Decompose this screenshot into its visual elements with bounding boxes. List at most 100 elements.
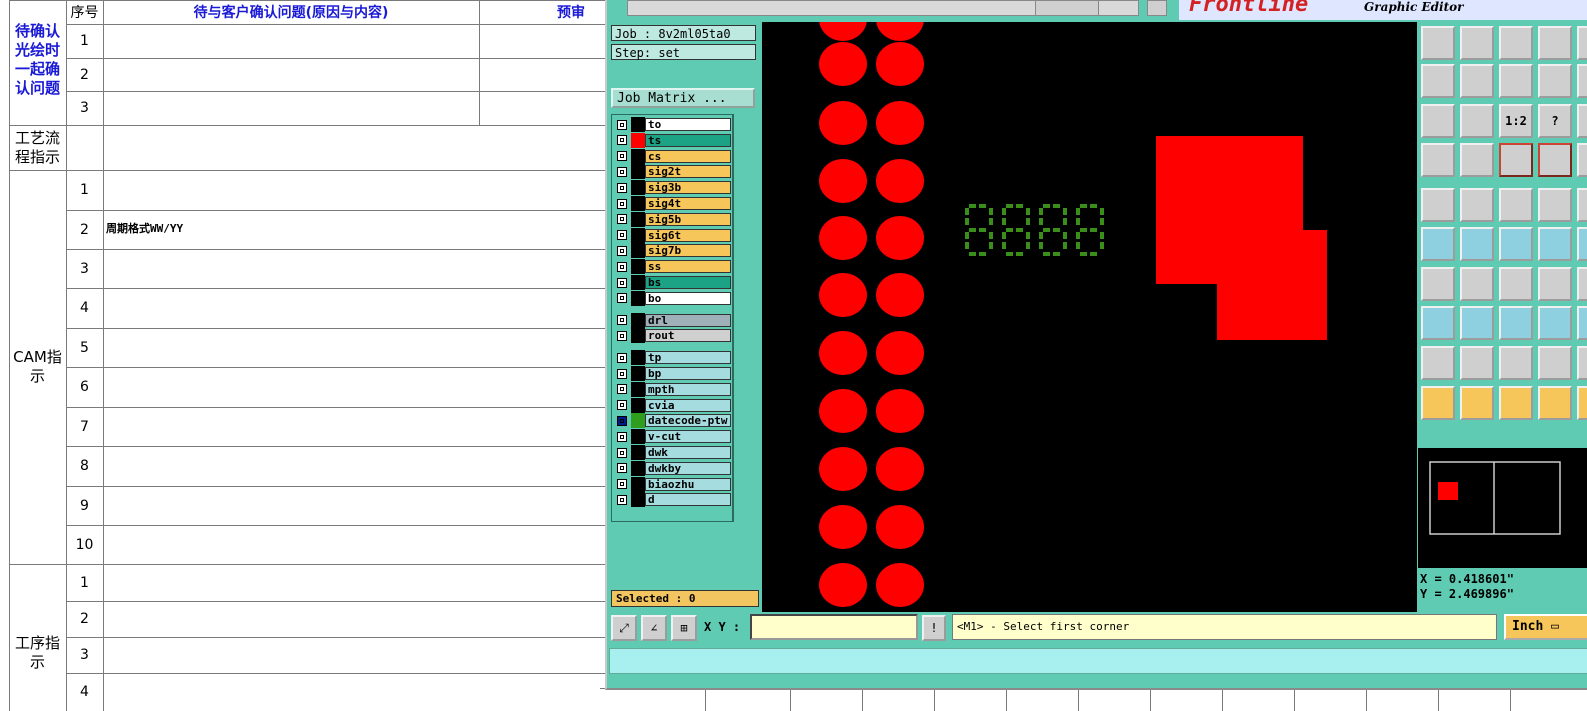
line-icon[interactable] bbox=[1421, 267, 1455, 301]
layer-row[interactable]: sig4t bbox=[615, 196, 731, 211]
row-number[interactable]: 3 bbox=[66, 637, 103, 673]
bar-icon[interactable] bbox=[1460, 306, 1494, 340]
row-number[interactable]: 3 bbox=[66, 249, 103, 288]
swap-icon[interactable] bbox=[1499, 64, 1533, 98]
layer-row[interactable]: v-cut bbox=[615, 429, 731, 445]
layer-row[interactable]: sig2t bbox=[615, 164, 731, 180]
help-icon[interactable]: ? bbox=[1538, 104, 1572, 138]
layer-checkbox[interactable] bbox=[617, 230, 627, 241]
shape-tool-icon[interactable] bbox=[1460, 188, 1494, 222]
pointer-shape-icon[interactable] bbox=[1499, 386, 1533, 420]
row-number[interactable]: 1 bbox=[66, 564, 103, 601]
route-icon[interactable] bbox=[1538, 386, 1572, 420]
toolbar-dropdown[interactable] bbox=[1035, 0, 1099, 16]
home-icon[interactable] bbox=[1421, 26, 1455, 60]
peak-icon[interactable] bbox=[1460, 346, 1494, 380]
layer-row[interactable]: bs bbox=[615, 275, 731, 290]
layer-checkbox[interactable] bbox=[617, 415, 627, 426]
layer-checkbox[interactable] bbox=[617, 119, 627, 130]
row-number[interactable]: 8 bbox=[66, 446, 103, 486]
layer-row[interactable]: drl bbox=[615, 312, 731, 328]
layer-row[interactable]: sig6t bbox=[615, 227, 731, 243]
header-issues[interactable]: 待与客户确认问题(原因与内容) bbox=[103, 0, 479, 24]
row-number[interactable]: 4 bbox=[66, 673, 103, 711]
layer-row[interactable]: sig5b bbox=[615, 211, 731, 227]
layer-checkbox[interactable] bbox=[617, 166, 627, 177]
pin-icon[interactable] bbox=[1499, 227, 1533, 261]
fork-icon[interactable] bbox=[1538, 267, 1572, 301]
layer-checkbox[interactable] bbox=[617, 352, 627, 363]
layer-row[interactable]: bp bbox=[615, 366, 731, 381]
layer-checkbox[interactable] bbox=[617, 463, 627, 474]
dot-icon[interactable] bbox=[1538, 188, 1572, 222]
overview-map[interactable] bbox=[1418, 448, 1587, 568]
pointer-box-icon[interactable] bbox=[1460, 386, 1494, 420]
ramp-icon[interactable] bbox=[1499, 346, 1533, 380]
xy-input[interactable] bbox=[750, 614, 918, 640]
snap-icon[interactable] bbox=[1538, 64, 1572, 98]
alert-icon[interactable]: ! bbox=[922, 615, 946, 641]
row-number[interactable]: 1 bbox=[66, 24, 103, 58]
section-process-label[interactable]: 工艺流程指示 bbox=[9, 125, 66, 170]
layer-checkbox[interactable] bbox=[617, 447, 627, 458]
window-icon[interactable] bbox=[1538, 26, 1572, 60]
layer-checkbox[interactable] bbox=[617, 400, 627, 411]
layer-row[interactable]: sig7b bbox=[615, 243, 731, 259]
layer-row[interactable]: datecode-ptw bbox=[615, 413, 731, 429]
layer-row[interactable]: bo bbox=[615, 290, 731, 306]
layer-row[interactable]: sig3b bbox=[615, 180, 731, 196]
row-number[interactable]: 2 bbox=[66, 601, 103, 637]
layer-checkbox[interactable] bbox=[617, 135, 627, 146]
frame-icon[interactable] bbox=[1499, 306, 1533, 340]
layer-checkbox[interactable] bbox=[617, 431, 627, 442]
layers-icon[interactable] bbox=[1577, 26, 1587, 60]
help-icon[interactable] bbox=[1577, 104, 1587, 138]
row-number[interactable]: 4 bbox=[66, 288, 103, 328]
node-icon[interactable] bbox=[1421, 227, 1455, 261]
measure-icon[interactable]: ∠ bbox=[641, 615, 667, 641]
layer-list-scrollbar[interactable] bbox=[733, 114, 757, 522]
layer-checkbox[interactable] bbox=[617, 214, 627, 225]
row-number[interactable]: 7 bbox=[66, 407, 103, 446]
layer-checkbox[interactable] bbox=[617, 245, 627, 256]
section-cam-label[interactable]: CAM指示 bbox=[9, 170, 66, 564]
layer-checkbox[interactable] bbox=[617, 277, 627, 288]
route-icon[interactable] bbox=[1577, 386, 1587, 420]
zoom-fit-icon[interactable]: ⤢ bbox=[611, 615, 637, 641]
section-step-label[interactable]: 工序指示 bbox=[9, 564, 66, 711]
layer-row[interactable]: dwkby bbox=[615, 460, 731, 476]
layer-checkbox[interactable] bbox=[617, 479, 627, 490]
connect-icon[interactable] bbox=[1577, 143, 1587, 177]
layer-row[interactable]: dwk bbox=[615, 445, 731, 460]
select-icon[interactable] bbox=[1421, 306, 1455, 340]
layer-checkbox[interactable] bbox=[617, 182, 627, 193]
unit-select[interactable]: Inch ▭ bbox=[1504, 614, 1587, 640]
zoom-icon[interactable] bbox=[1460, 104, 1494, 138]
warn-icon[interactable] bbox=[1421, 346, 1455, 380]
row-number[interactable]: 6 bbox=[66, 367, 103, 407]
layer-row[interactable]: d bbox=[615, 492, 731, 508]
house-icon[interactable] bbox=[1499, 26, 1533, 60]
pointer-icon[interactable] bbox=[1421, 386, 1455, 420]
graphic-canvas[interactable] bbox=[762, 22, 1417, 612]
job-matrix-button[interactable]: Job Matrix ... bbox=[611, 88, 755, 108]
settings-icon[interactable] bbox=[1421, 143, 1455, 177]
export-icon[interactable] bbox=[1460, 64, 1494, 98]
block-icon[interactable] bbox=[1577, 306, 1587, 340]
dot-icon[interactable] bbox=[1577, 188, 1587, 222]
layer-checkbox[interactable] bbox=[617, 330, 627, 341]
row-number[interactable]: 2 bbox=[66, 210, 103, 249]
fit-icon[interactable] bbox=[1421, 104, 1455, 138]
row-number[interactable]: 10 bbox=[66, 525, 103, 564]
layer-row[interactable]: mpth bbox=[615, 381, 731, 397]
layer-row[interactable]: cvia bbox=[615, 397, 731, 413]
row-number[interactable]: 2 bbox=[66, 58, 103, 91]
layer-row[interactable]: to bbox=[615, 117, 731, 132]
arc-icon[interactable] bbox=[1499, 267, 1533, 301]
cam-row-2-note[interactable]: 周期格式WW/YY bbox=[106, 220, 183, 236]
connect-icon[interactable] bbox=[1499, 143, 1533, 177]
pin-icon[interactable] bbox=[1538, 227, 1572, 261]
toolbar-button[interactable] bbox=[1147, 0, 1167, 16]
slash-icon[interactable] bbox=[1460, 267, 1494, 301]
cross-icon[interactable] bbox=[1460, 227, 1494, 261]
